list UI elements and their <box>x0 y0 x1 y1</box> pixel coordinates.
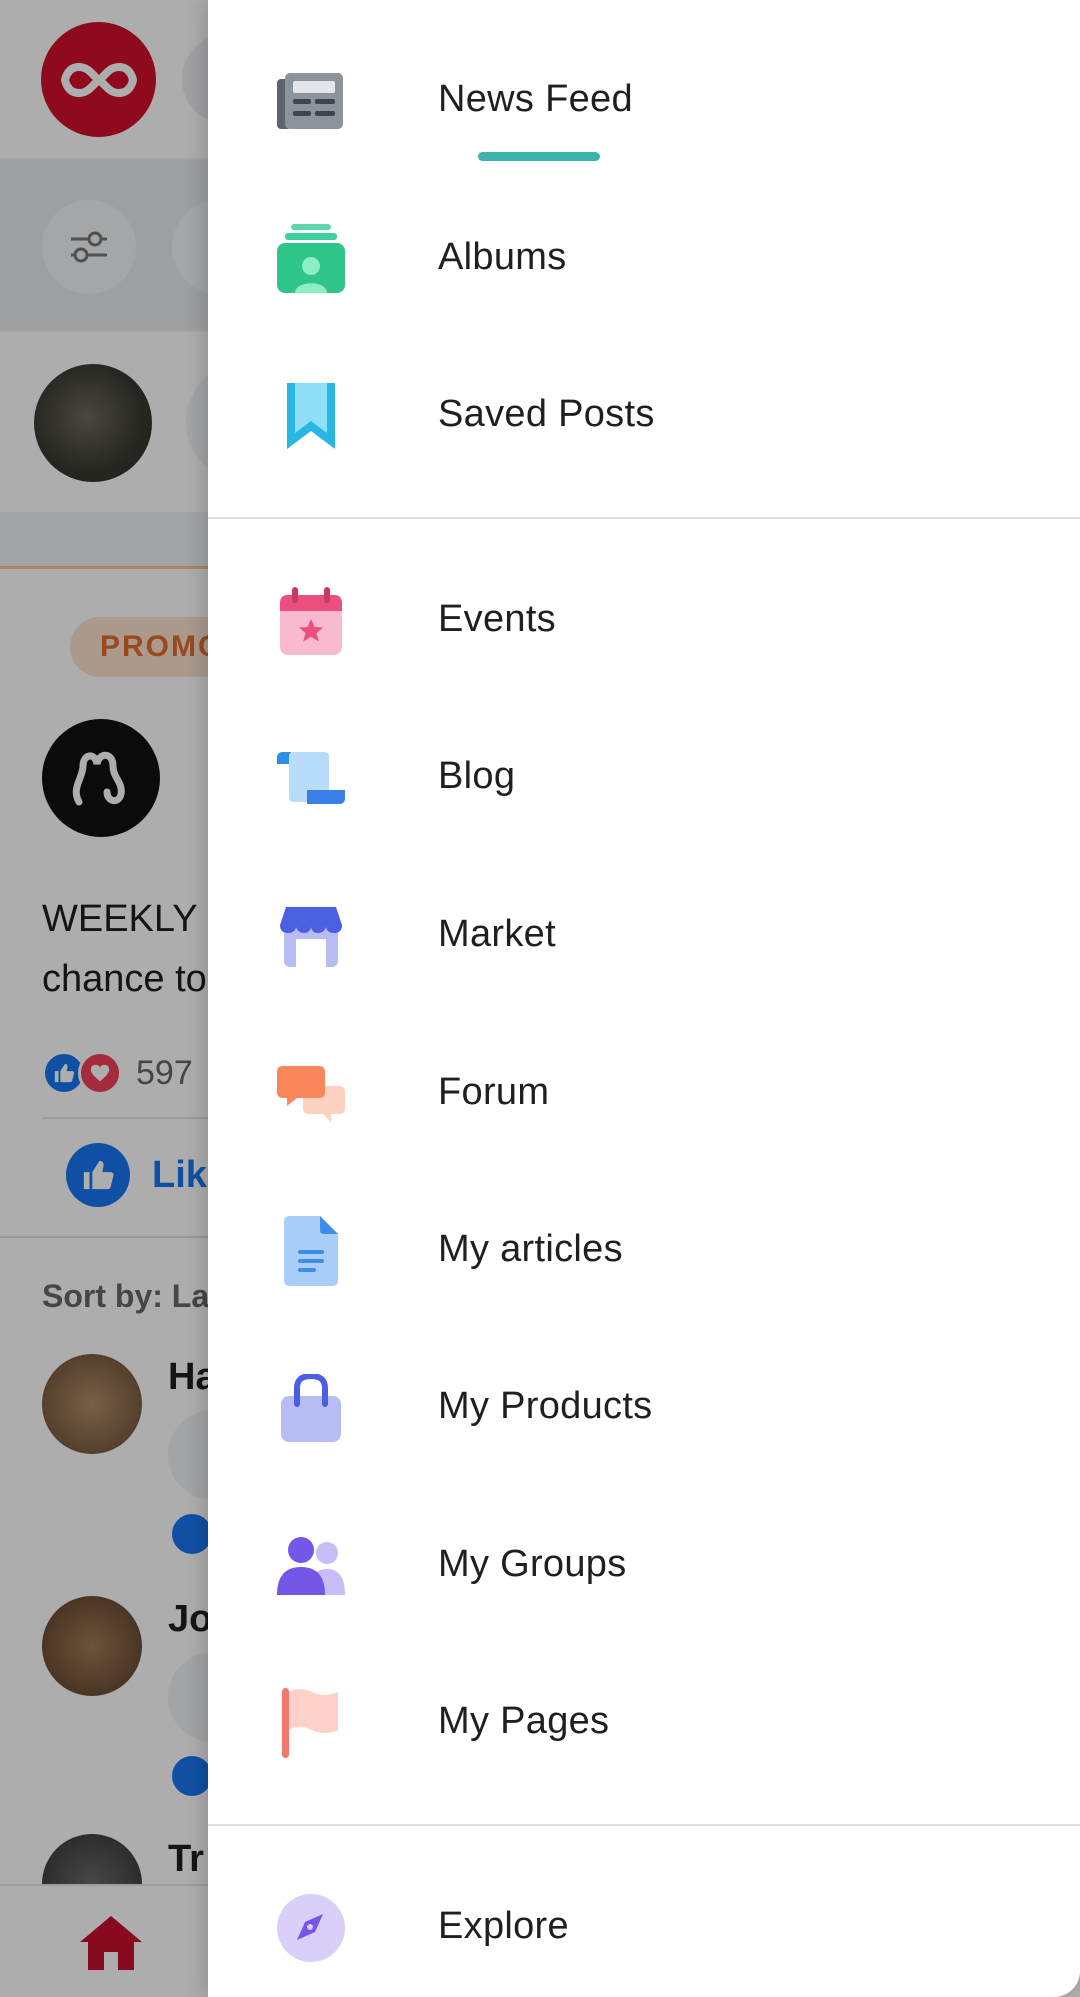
chat-bubbles-icon <box>276 1059 346 1129</box>
menu-item-label: Saved Posts <box>438 393 655 435</box>
menu-item-label: Market <box>438 913 556 955</box>
menu-item-label: Forum <box>438 1071 550 1113</box>
menu-item-label: My Products <box>438 1385 653 1427</box>
menu-item-blog[interactable]: Blog <box>208 707 1080 847</box>
menu-item-news-feed[interactable]: News Feed <box>208 30 1080 170</box>
menu-item-label: My articles <box>438 1228 623 1270</box>
menu-divider <box>208 517 1080 519</box>
menu-item-albums[interactable]: Albums <box>208 188 1080 328</box>
scroll-icon <box>276 743 346 813</box>
menu-divider <box>208 1824 1080 1826</box>
compass-icon <box>276 1893 346 1963</box>
storefront-icon <box>276 901 346 971</box>
document-icon <box>276 1216 346 1286</box>
group-icon <box>276 1531 346 1601</box>
menu-item-saved-posts[interactable]: Saved Posts <box>208 345 1080 485</box>
flag-icon <box>276 1688 346 1758</box>
menu-item-my-pages[interactable]: My Pages <box>208 1652 1080 1792</box>
menu-item-forum[interactable]: Forum <box>208 1023 1080 1163</box>
bookmark-icon <box>276 381 346 451</box>
menu-item-label: Blog <box>438 755 516 797</box>
newspaper-icon <box>276 66 346 136</box>
menu-item-label: Events <box>438 598 556 640</box>
menu-item-my-articles[interactable]: My articles <box>208 1180 1080 1320</box>
menu-item-my-groups[interactable]: My Groups <box>208 1495 1080 1635</box>
menu-item-label: My Groups <box>438 1543 627 1585</box>
menu-item-label: Explore <box>438 1905 569 1947</box>
menu-item-label: News Feed <box>438 78 633 120</box>
calendar-icon <box>276 586 346 656</box>
navigation-drawer: News Feed Albums Saved Posts Events Blog… <box>208 0 1080 1997</box>
menu-item-label: Albums <box>438 236 567 278</box>
menu-item-market[interactable]: Market <box>208 865 1080 1005</box>
albums-icon <box>276 224 346 294</box>
menu-item-label: My Pages <box>438 1700 610 1742</box>
menu-item-my-products[interactable]: My Products <box>208 1337 1080 1477</box>
shopping-bag-icon <box>276 1373 346 1443</box>
menu-item-events[interactable]: Events <box>208 550 1080 690</box>
menu-item-explore[interactable]: Explore <box>208 1857 1080 1997</box>
active-indicator <box>478 152 600 161</box>
